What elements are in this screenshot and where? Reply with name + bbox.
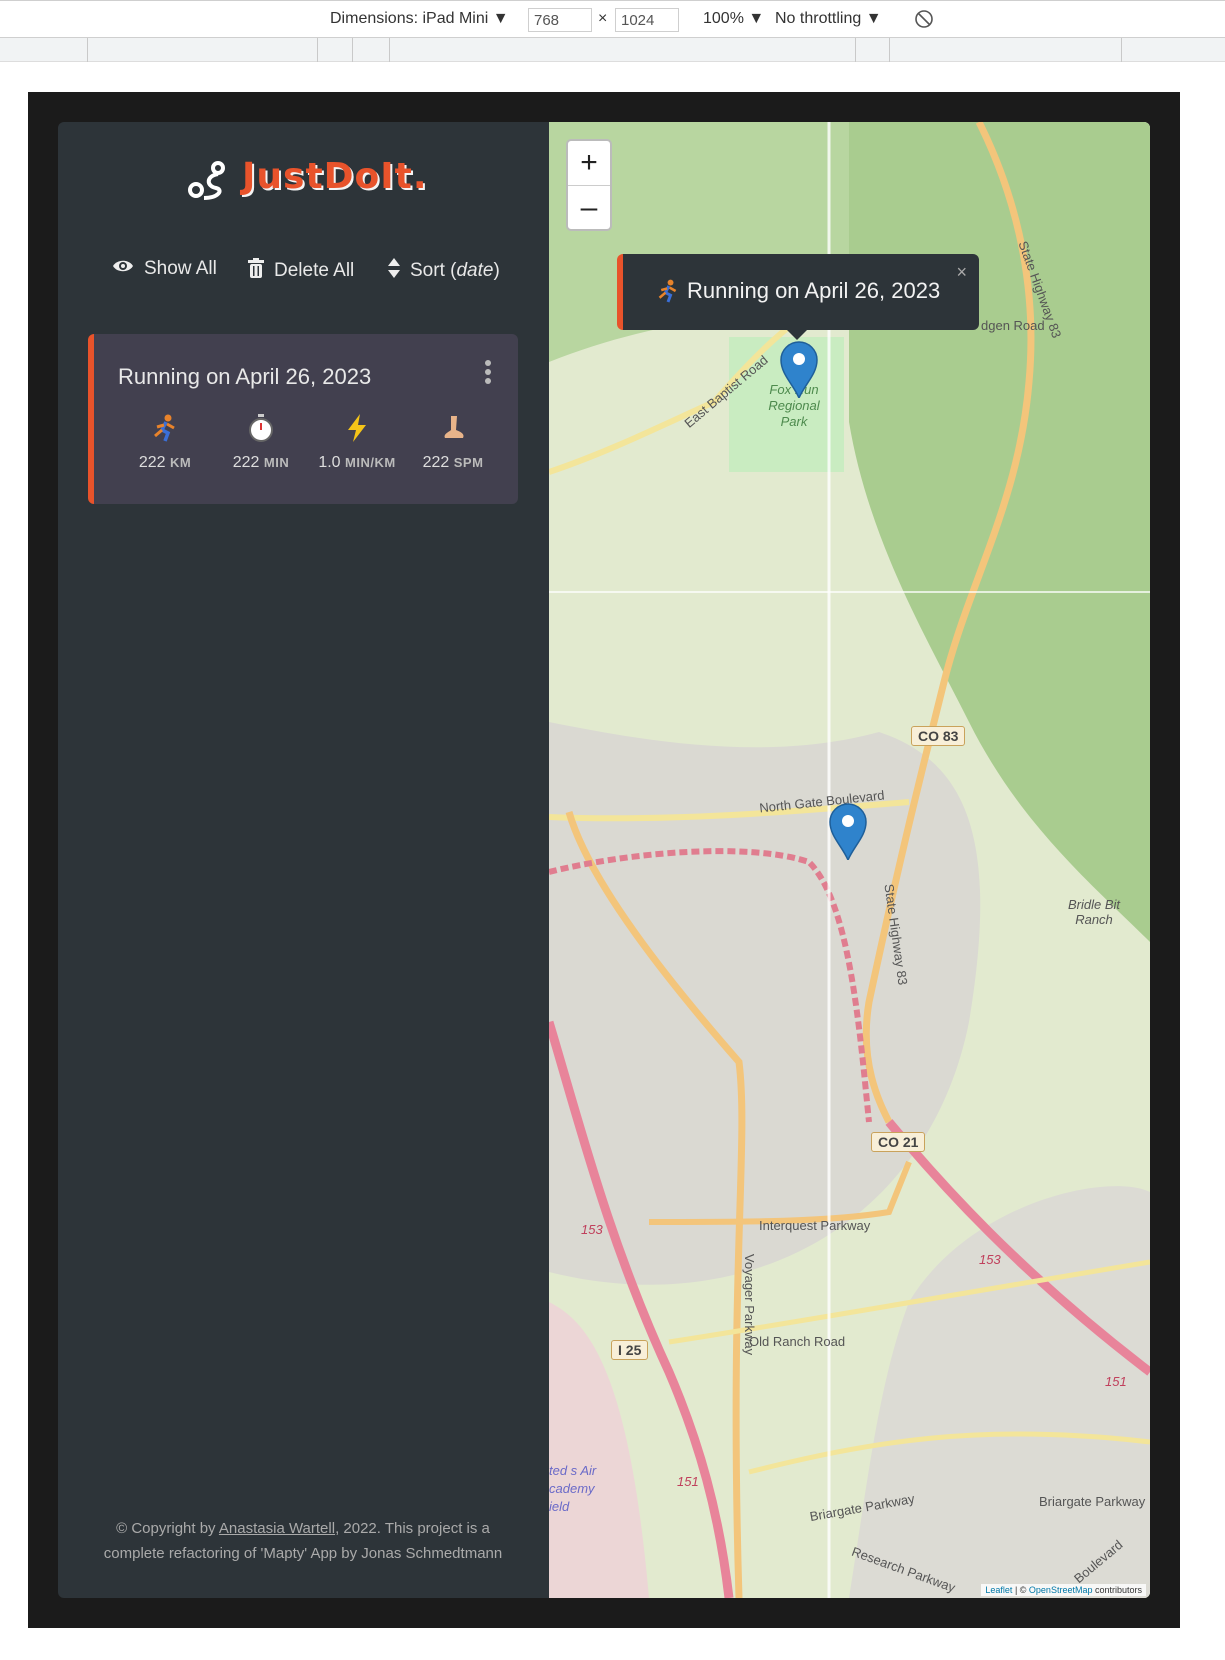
devtools-toolbar: Dimensions: iPad Mini ▼ 768 × 1024 100% … xyxy=(0,0,1225,38)
sort-icon xyxy=(388,258,400,284)
leaflet-link[interactable]: Leaflet xyxy=(985,1585,1012,1595)
distance-unit: KM xyxy=(169,455,192,470)
hodgen-label: dgen Road xyxy=(981,318,1045,333)
kebab-menu-icon[interactable] xyxy=(484,360,492,386)
duration-unit: MIN xyxy=(263,455,290,470)
trash-icon xyxy=(248,258,264,284)
workout-popup: Running on April 26, 2023 × xyxy=(617,254,979,340)
device-width-input[interactable]: 768 xyxy=(528,8,592,32)
map-marker-icon[interactable] xyxy=(828,802,868,860)
co21-shield: CO 21 xyxy=(871,1132,926,1152)
device-height-input[interactable]: 1024 xyxy=(615,8,679,32)
media-query-ruler xyxy=(0,38,1225,62)
duration-value: 222 xyxy=(232,454,260,471)
route-151-label: 151 xyxy=(677,1474,699,1489)
attribution-tail: contributors xyxy=(1092,1585,1142,1595)
osm-link[interactable]: OpenStreetMap xyxy=(1029,1585,1093,1595)
copyright-footer: © Copyright by Anastasia Wartell, 2022. … xyxy=(88,1516,518,1566)
popup-close-icon[interactable]: × xyxy=(956,262,967,283)
zoom-control: + – xyxy=(566,139,612,231)
running-icon xyxy=(120,414,210,446)
distance-stat: 222 KM xyxy=(120,414,210,472)
zoom-out-button[interactable]: – xyxy=(568,185,610,229)
old-ranch-label: Old Ranch Road xyxy=(749,1334,846,1349)
eye-icon xyxy=(112,258,134,280)
sidebar: JustDoIt. Show All Delete All Sort (date… xyxy=(58,122,549,1598)
rotate-icon[interactable] xyxy=(914,9,934,34)
throttling-dropdown[interactable]: No throttling ▼ xyxy=(775,10,882,28)
workout-card[interactable]: Running on April 26, 2023 222 KM 222 MIN… xyxy=(88,334,518,504)
pace-unit: MIN/KM xyxy=(345,455,396,470)
foot-icon xyxy=(408,414,498,446)
zoom-in-button[interactable]: + xyxy=(568,141,610,185)
delete-all-label: Delete All xyxy=(274,260,355,281)
route-151-east-label: 151 xyxy=(1105,1374,1127,1389)
attribution-sep: | © xyxy=(1012,1585,1029,1595)
bridle-bit-label: Bridle Bit Ranch xyxy=(1067,897,1121,927)
stopwatch-icon xyxy=(216,414,306,446)
sort-label: Sort (date) xyxy=(410,260,500,281)
footer-prefix: © Copyright by xyxy=(116,1520,219,1537)
popup-text: Running on April 26, 2023 xyxy=(687,278,941,303)
logo-icon xyxy=(186,160,226,207)
workout-title: Running on April 26, 2023 xyxy=(118,364,372,389)
map-view[interactable]: Fox Run Regional Park East Baptist Road … xyxy=(549,122,1150,1598)
duration-stat: 222 MIN xyxy=(216,414,306,472)
lightning-icon xyxy=(312,414,402,446)
cadence-value: 222 xyxy=(422,454,450,471)
show-all-button[interactable]: Show All xyxy=(112,258,217,280)
route-153-label: 153 xyxy=(581,1222,603,1237)
map-marker-icon[interactable] xyxy=(779,340,819,398)
i25-shield: I 25 xyxy=(611,1340,649,1360)
map-tiles xyxy=(549,122,1150,1598)
route-153-east-label: 153 xyxy=(979,1252,1001,1267)
pace-stat: 1.0 MIN/KM xyxy=(312,414,402,472)
zoom-dropdown[interactable]: 100% ▼ xyxy=(703,10,764,28)
cadence-unit: SPM xyxy=(453,455,484,470)
popup-tip xyxy=(785,328,809,340)
sort-button[interactable]: Sort (date) xyxy=(388,258,500,284)
logo-text: JustDoIt. xyxy=(242,156,428,197)
cadence-stat: 222 SPM xyxy=(408,414,498,472)
delete-all-button[interactable]: Delete All xyxy=(248,258,354,284)
show-all-label: Show All xyxy=(144,258,217,279)
interquest-label: Interquest Parkway xyxy=(759,1218,871,1233)
co83-shield: CO 83 xyxy=(911,726,966,746)
device-dimensions-dropdown[interactable]: Dimensions: iPad Mini ▼ xyxy=(330,10,509,28)
author-link[interactable]: Anastasia Wartell xyxy=(219,1520,335,1537)
times-sign: × xyxy=(598,10,608,27)
map-attribution: Leaflet | © OpenStreetMap contributors xyxy=(981,1584,1146,1596)
briargate-east-label: Briargate Parkway xyxy=(1039,1494,1146,1509)
distance-value: 222 xyxy=(138,454,166,471)
pace-value: 1.0 xyxy=(318,454,341,471)
academy-label: ted s Air cademy ield xyxy=(549,1463,597,1514)
